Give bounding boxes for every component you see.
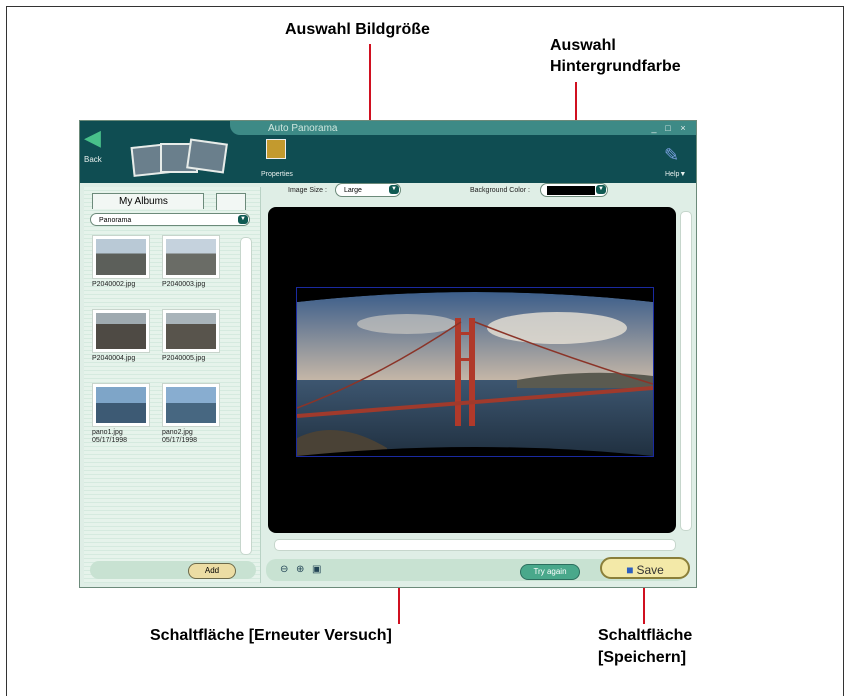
album-select[interactable]: Panorama ▼ <box>90 213 250 226</box>
auto-panorama-window: Auto Panorama ◀ Back Properties ✎ Help▼ … <box>79 120 697 588</box>
list-item[interactable]: P2040005.jpg <box>162 309 222 363</box>
properties-label[interactable]: Properties <box>261 171 293 178</box>
thumbnail-label: pano1.jpg 05/17/1998 <box>92 429 128 444</box>
callout-try-again: Schaltfläche [Erneuter Versuch] <box>150 627 392 644</box>
tab-my-albums[interactable]: My Albums <box>92 193 204 209</box>
thumbnail-image <box>166 313 216 349</box>
image-size-select[interactable]: Large ▼ <box>335 183 401 197</box>
chevron-down-icon[interactable]: ▼ <box>389 185 399 194</box>
thumbnail[interactable] <box>92 309 150 353</box>
thumbnail[interactable] <box>162 235 220 279</box>
maximize-icon[interactable]: □ <box>662 124 674 133</box>
chevron-down-icon[interactable]: ▼ <box>596 185 606 194</box>
close-icon[interactable]: × <box>677 124 689 133</box>
back-label[interactable]: Back <box>84 155 102 164</box>
list-item[interactable]: pano1.jpg 05/17/1998 <box>92 383 152 445</box>
callout-bg-color-2: Hintergrundfarbe <box>550 58 681 75</box>
thumbnail-image <box>96 313 146 349</box>
thumbnail[interactable] <box>92 383 150 427</box>
stack-card-3 <box>186 138 228 174</box>
try-again-button[interactable]: Try again <box>520 564 580 580</box>
minimize-icon[interactable]: _ <box>648 124 660 133</box>
add-button[interactable]: Add <box>188 563 236 579</box>
background-color-select[interactable]: ▼ <box>540 183 608 197</box>
list-item[interactable]: P2040003.jpg <box>162 235 222 289</box>
help-label[interactable]: Help▼ <box>665 171 686 178</box>
thumbnail[interactable] <box>162 383 220 427</box>
thumbnail[interactable] <box>162 309 220 353</box>
fit-screen-icon[interactable]: ▣ <box>312 565 322 575</box>
sidebar-scrollbar[interactable] <box>240 237 252 555</box>
list-item[interactable]: P2040004.jpg <box>92 309 152 363</box>
preview-horizontal-scrollbar[interactable] <box>274 539 676 551</box>
album-tab-label: My Albums <box>119 196 168 207</box>
thumbnail-image <box>166 387 216 423</box>
preview-vertical-scrollbar[interactable] <box>680 211 692 531</box>
album-select-value: Panorama <box>99 217 132 224</box>
properties-icon[interactable] <box>266 139 286 159</box>
background-color-swatch <box>547 186 595 195</box>
zoom-out-icon[interactable]: ⊖ <box>280 565 290 575</box>
chevron-down-icon[interactable]: ▼ <box>238 215 248 224</box>
album-sidebar: My Albums Panorama ▼ P2040002.jpg P20400… <box>84 187 261 583</box>
help-icon[interactable]: ✎ <box>664 145 684 165</box>
panorama-image <box>296 287 654 457</box>
back-arrow-icon[interactable]: ◀ <box>84 125 106 151</box>
panorama-preview <box>268 207 676 533</box>
callout-save-1: Schaltfläche <box>598 627 693 644</box>
image-size-value: Large <box>344 187 362 194</box>
panorama-stack-icon <box>130 137 228 177</box>
list-item[interactable]: P2040002.jpg <box>92 235 152 289</box>
thumbnail-image <box>96 387 146 423</box>
background-color-label: Background Color : <box>470 187 530 194</box>
thumbnail[interactable] <box>92 235 150 279</box>
thumbnail-label: P2040003.jpg <box>162 281 206 288</box>
thumbnail-image <box>166 239 216 275</box>
callout-save-2: [Speichern] <box>598 649 687 666</box>
zoom-in-icon[interactable]: ⊕ <box>296 565 306 575</box>
save-icon: ■ <box>626 563 634 577</box>
tab-other-albums[interactable] <box>216 193 246 210</box>
thumbnail-label: pano2.jpg 05/17/1998 <box>162 429 198 444</box>
thumbnail-image <box>96 239 146 275</box>
title-bar: Auto Panorama ◀ Back Properties ✎ Help▼ … <box>80 121 696 183</box>
callout-bg-color-1: Auswahl <box>550 37 616 54</box>
list-item[interactable]: pano2.jpg 05/17/1998 <box>162 383 222 445</box>
golden-gate-bridge-image <box>297 288 653 456</box>
save-button[interactable]: ■ Save <box>600 557 690 579</box>
image-size-label: Image Size : <box>288 187 327 194</box>
window-title: Auto Panorama <box>268 123 338 134</box>
thumbnail-label: P2040004.jpg <box>92 355 136 362</box>
thumbnail-label: P2040005.jpg <box>162 355 206 362</box>
callout-image-size: Auswahl Bildgröße <box>285 21 430 38</box>
thumbnail-label: P2040002.jpg <box>92 281 136 288</box>
save-button-label: Save <box>636 563 664 577</box>
